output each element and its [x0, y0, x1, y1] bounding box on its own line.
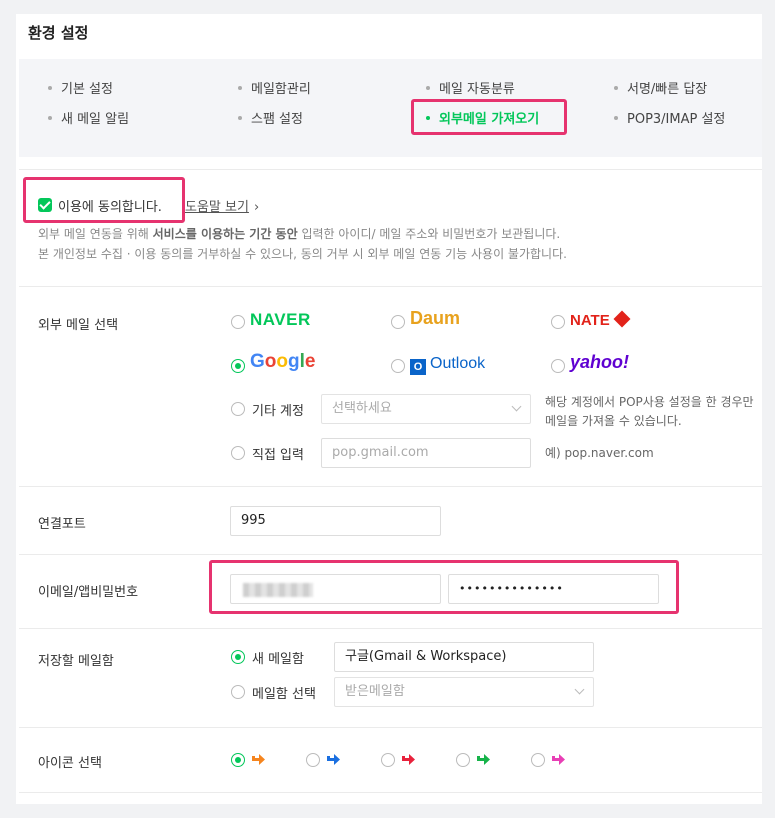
menu-item-mailbox-management[interactable]: 메일함관리	[238, 78, 311, 97]
radio-select-folder[interactable]	[231, 685, 245, 699]
menu-item-signature[interactable]: 서명/빠른 답장	[614, 78, 707, 97]
external-mail-label: 외부 메일 선택	[38, 318, 119, 333]
orange-arrow-icon	[252, 754, 265, 765]
select-placeholder: 선택하세요	[332, 401, 392, 416]
radio-new-folder[interactable]	[231, 650, 245, 664]
direct-input-field[interactable]: pop.gmail.com	[321, 438, 531, 468]
green-arrow-icon	[477, 754, 490, 765]
radio-icon-option[interactable]	[381, 753, 395, 767]
radio-direct-input[interactable]	[231, 446, 245, 460]
blue-arrow-icon	[327, 754, 340, 765]
radio-nate[interactable]	[551, 315, 565, 329]
divider	[19, 727, 762, 728]
divider	[19, 486, 762, 487]
menu-item-label: 서명/빠른 답장	[627, 82, 708, 97]
daum-logo: Daum	[410, 308, 461, 328]
nate-logo: NATE	[570, 310, 631, 329]
credentials-label: 이메일/앱비밀번호	[38, 585, 139, 600]
select-folder-label: 메일함 선택	[252, 687, 316, 702]
nate-logo-text: NATE	[570, 312, 610, 329]
notice-emphasis: 서비스를 이용하는 기간 동안	[152, 227, 298, 241]
outlook-logo: O Outlook	[410, 355, 485, 375]
other-account-label: 기타 계정	[252, 404, 304, 419]
menu-item-label: 스팸 설정	[251, 112, 303, 127]
radio-icon-option[interactable]	[456, 753, 470, 767]
notice-part: 외부 메일 연동을 위해	[38, 227, 153, 241]
highlight-external-mail-tab	[411, 99, 567, 135]
consent-notice-line1: 외부 메일 연동을 위해 서비스를 이용하는 기간 동안 입력한 아이디/ 메일…	[38, 225, 560, 242]
radio-google[interactable]	[231, 359, 245, 373]
radio-yahoo[interactable]	[551, 359, 565, 373]
nate-cube-icon	[613, 310, 631, 328]
radio-naver[interactable]	[231, 315, 245, 329]
menu-item-label: 메일함관리	[251, 82, 311, 97]
highlight-consent	[23, 177, 185, 223]
chevron-down-icon	[511, 401, 522, 412]
menu-item-basic-settings[interactable]: 기본 설정	[48, 78, 113, 97]
menu-item-label: 새 메일 알림	[61, 112, 130, 127]
yahoo-logo: yahoo!	[570, 352, 630, 372]
red-arrow-icon	[402, 754, 415, 765]
radio-daum[interactable]	[391, 315, 405, 329]
google-logo: Google	[250, 351, 316, 372]
settings-panel: 환경 설정 기본 설정 메일함관리 메일 자동분류 서명/빠른 답장 새 메일 …	[16, 14, 762, 804]
chevron-right-icon: ›	[253, 200, 260, 215]
divider	[19, 554, 762, 555]
menu-item-new-mail-alert[interactable]: 새 메일 알림	[48, 108, 129, 127]
menu-item-auto-sort[interactable]: 메일 자동분류	[426, 78, 515, 97]
highlight-credentials	[209, 560, 679, 614]
folder-select[interactable]: 받은메일함	[334, 677, 594, 707]
new-folder-label: 새 메일함	[252, 652, 304, 667]
direct-input-label: 직접 입력	[252, 448, 304, 463]
radio-outlook[interactable]	[391, 359, 405, 373]
port-input[interactable]: 995	[230, 506, 441, 536]
port-label: 연결포트	[38, 517, 86, 532]
radio-icon-option[interactable]	[231, 753, 245, 767]
menu-item-label: 메일 자동분류	[439, 82, 515, 97]
divider	[19, 169, 762, 170]
menu-item-label: 기본 설정	[61, 82, 113, 97]
help-link-text: 도움말 보기	[185, 200, 249, 215]
notice-part: 입력한 아이디/ 메일 주소와 비밀번호가 보관됩니다.	[297, 227, 561, 241]
save-folder-label: 저장할 메일함	[38, 654, 114, 669]
menu-item-spam-settings[interactable]: 스팸 설정	[238, 108, 303, 127]
page-title: 환경 설정	[28, 24, 89, 42]
pink-arrow-icon	[552, 754, 565, 765]
menu-item-label: POP3/IMAP 설정	[627, 112, 726, 127]
naver-logo: NAVER	[250, 310, 311, 329]
other-account-select[interactable]: 선택하세요	[321, 394, 531, 424]
menu-item-pop3-imap[interactable]: POP3/IMAP 설정	[614, 108, 725, 127]
help-link[interactable]: 도움말 보기 ›	[185, 196, 259, 215]
divider	[19, 792, 762, 793]
outlook-logo-text: Outlook	[430, 355, 486, 372]
radio-other-account[interactable]	[231, 402, 245, 416]
divider	[19, 286, 762, 287]
outlook-icon: O	[410, 359, 426, 375]
other-account-hint: 해당 계정에서 POP사용 설정을 한 경우만 메일을 가져올 수 있습니다.	[545, 395, 754, 428]
divider	[19, 628, 762, 629]
radio-icon-option[interactable]	[531, 753, 545, 767]
radio-icon-option[interactable]	[306, 753, 320, 767]
icon-select-label: 아이콘 선택	[38, 756, 102, 771]
chevron-down-icon	[574, 684, 585, 695]
select-placeholder: 받은메일함	[345, 684, 405, 699]
consent-notice-line2: 본 개인정보 수집 · 이용 동의를 거부하실 수 있으나, 동의 거부 시 외…	[38, 247, 567, 261]
new-folder-input[interactable]: 구글(Gmail & Workspace)	[334, 642, 594, 672]
direct-input-example: 예) pop.naver.com	[545, 446, 654, 460]
